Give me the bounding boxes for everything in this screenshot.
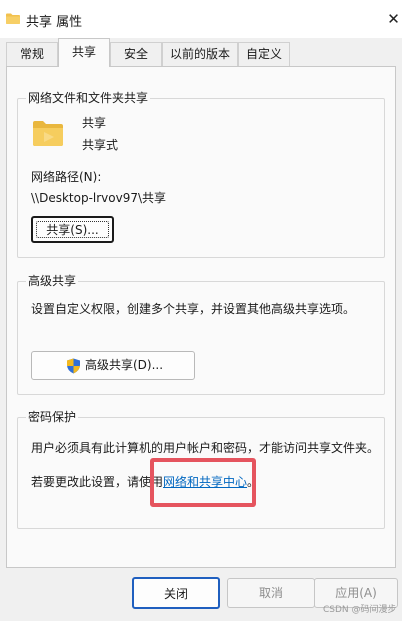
cancel-label: 取消 <box>258 586 283 600</box>
password-protection-description: 用户必须具有此计算机的用户帐户和密码，才能访问共享文件夹。 <box>31 441 380 455</box>
tab-label: 常规 <box>19 47 44 61</box>
uac-shield-icon <box>67 358 80 374</box>
advanced-sharing-description: 设置自定义权限，创建多个共享，并设置其他高级共享选项。 <box>31 302 356 316</box>
network-path-label: 网络路径(N): <box>31 170 102 184</box>
advanced-sharing-legend: 高级共享 <box>26 272 79 289</box>
network-path-value: \\Desktop-lrvov97\共享 <box>31 191 167 205</box>
close-dialog-label: 关闭 <box>163 587 188 601</box>
change-setting-prefix: 若要更改此设置，请使用 <box>31 475 164 489</box>
tab-security[interactable]: 安全 <box>110 42 162 66</box>
watermark: CSDN @码间漫步 <box>323 605 397 615</box>
focus-rectangle <box>36 221 109 238</box>
folder-icon <box>6 13 20 24</box>
tab-label: 以前的版本 <box>169 47 230 61</box>
highlight-annotation <box>150 458 256 507</box>
apply-label: 应用(A) <box>335 586 377 600</box>
shared-folder-icon <box>33 121 63 146</box>
network-sharing-legend: 网络文件和文件夹共享 <box>26 89 151 106</box>
tab-label: 安全 <box>123 47 148 61</box>
close-icon: ✕ <box>387 10 400 28</box>
password-protection-legend: 密码保护 <box>26 408 79 425</box>
close-dialog-button[interactable]: 关闭 <box>132 577 220 609</box>
advanced-sharing-button-label: 高级共享(D)... <box>85 358 164 372</box>
tab-previous-versions[interactable]: 以前的版本 <box>162 42 238 66</box>
tab-general[interactable]: 常规 <box>6 42 58 66</box>
close-button[interactable]: ✕ <box>385 9 402 29</box>
advanced-sharing-button[interactable]: 高级共享(D)... <box>31 351 195 380</box>
window-title: 共享 属性 <box>26 15 83 30</box>
title-bar: 共享 属性 ✕ <box>0 0 402 38</box>
tab-label: 共享 <box>71 45 96 59</box>
share-button[interactable]: 共享(S)... <box>31 216 114 243</box>
tab-sharing[interactable]: 共享 <box>58 38 110 67</box>
cancel-button[interactable]: 取消 <box>227 578 315 608</box>
tab-customize[interactable]: 自定义 <box>238 42 290 66</box>
share-status: 共享式 <box>82 138 119 152</box>
share-name: 共享 <box>82 116 107 130</box>
tab-label: 自定义 <box>245 47 282 61</box>
